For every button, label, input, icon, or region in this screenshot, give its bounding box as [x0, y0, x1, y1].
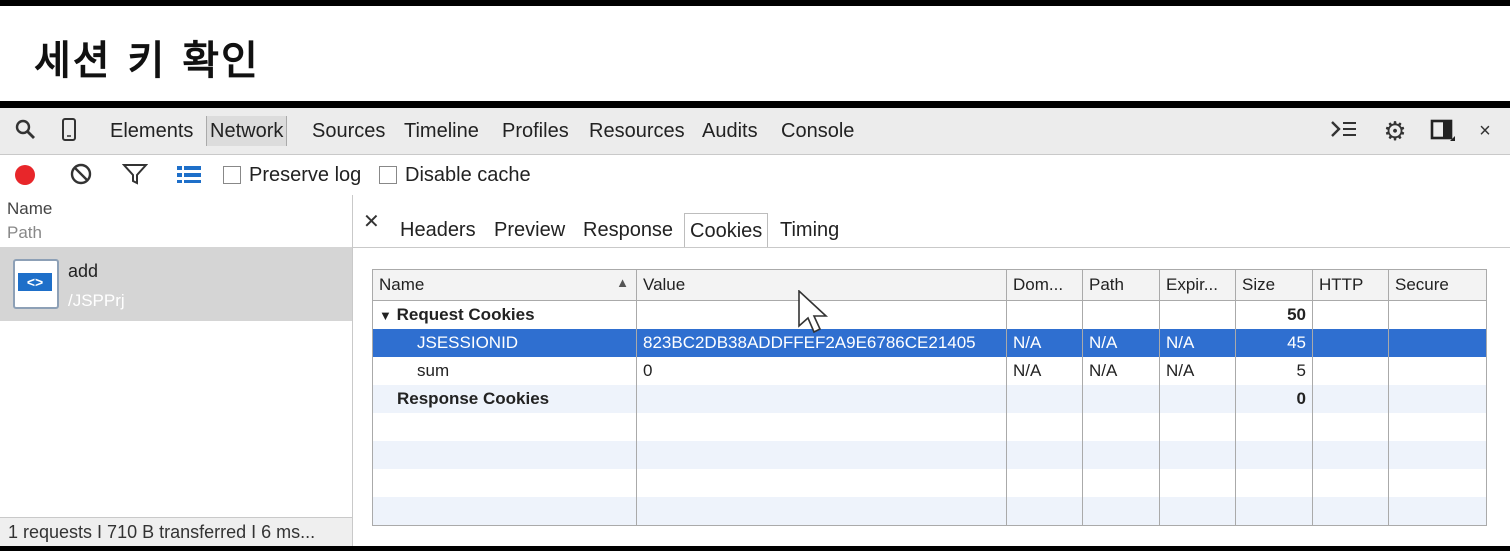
- column-domain[interactable]: Dom...: [1006, 269, 1083, 301]
- slide-title: 세션 키 확인: [34, 38, 260, 84]
- list-view-icon[interactable]: [175, 162, 203, 192]
- column-path[interactable]: Path: [1082, 269, 1160, 301]
- search-icon[interactable]: [12, 118, 38, 144]
- disable-cache-checkbox[interactable]: [379, 166, 397, 184]
- column-name[interactable]: Name ▲: [372, 269, 637, 301]
- request-name: add: [68, 261, 99, 281]
- cookie-row-sum[interactable]: sum 0 N/A N/A N/A 5: [372, 357, 1487, 385]
- tab-response[interactable]: Response: [578, 213, 678, 247]
- tab-cookies[interactable]: Cookies: [684, 213, 769, 248]
- network-toolbar: Preserve log Disable cache: [0, 155, 1510, 195]
- cookie-row-jsessionid[interactable]: JSESSIONID 823BC2DB38ADDFFEF2A9E6786CE21…: [372, 329, 1487, 357]
- cookies-table: Name ▲ Value Dom... Path Expir... Size HT…: [372, 269, 1487, 526]
- column-header-path[interactable]: Path: [7, 223, 42, 243]
- record-button[interactable]: [15, 165, 35, 185]
- empty-row: [372, 497, 1487, 526]
- tab-console[interactable]: Console: [778, 116, 857, 146]
- request-row[interactable]: <> add /JSPPrj: [0, 247, 352, 321]
- empty-row: [372, 469, 1487, 497]
- devtools-panel: Elements Network Sources Timeline Profil…: [0, 108, 1510, 546]
- empty-row: [372, 441, 1487, 469]
- column-http[interactable]: HTTP: [1312, 269, 1389, 301]
- document-icon: <>: [13, 259, 59, 309]
- gear-icon[interactable]: ⚙: [1382, 118, 1408, 144]
- request-cookies-group[interactable]: ▼ Request Cookies 50: [372, 300, 1487, 329]
- column-secure[interactable]: Secure: [1388, 269, 1487, 301]
- response-cookies-group[interactable]: Response Cookies 0: [372, 385, 1487, 413]
- tab-sources[interactable]: Sources: [309, 116, 388, 146]
- filter-icon[interactable]: [121, 162, 149, 192]
- tab-network[interactable]: Network: [206, 116, 288, 146]
- tab-preview[interactable]: Preview: [489, 213, 570, 247]
- tab-resources[interactable]: Resources: [586, 116, 688, 146]
- close-icon[interactable]: ×: [1472, 118, 1498, 144]
- tab-timing[interactable]: Timing: [775, 213, 844, 247]
- sort-asc-icon: ▲: [616, 275, 629, 290]
- preserve-log-checkbox[interactable]: [223, 166, 241, 184]
- column-size[interactable]: Size: [1235, 269, 1313, 301]
- request-path: /JSPPrj: [68, 291, 125, 310]
- preserve-log-label: Preserve log: [249, 164, 362, 186]
- clear-icon[interactable]: [69, 162, 93, 192]
- request-list: Name Path <> add /JSPPrj 1 requests I 71…: [0, 195, 353, 546]
- disable-cache-label: Disable cache: [405, 164, 531, 186]
- device-mode-icon[interactable]: [56, 118, 82, 144]
- dock-icon[interactable]: [1430, 118, 1456, 144]
- empty-row: [372, 413, 1487, 441]
- close-detail-icon[interactable]: ✕: [363, 209, 380, 234]
- tab-divider: [353, 247, 1510, 248]
- column-expires[interactable]: Expir...: [1159, 269, 1236, 301]
- tab-profiles[interactable]: Profiles: [499, 116, 572, 146]
- tab-elements[interactable]: Elements: [107, 116, 196, 146]
- slide-header: 세션 키 확인: [0, 6, 1510, 101]
- mouse-cursor-icon: [798, 290, 829, 334]
- column-header-name[interactable]: Name: [7, 199, 52, 219]
- devtools-tabbar: Elements Network Sources Timeline Profil…: [0, 108, 1510, 155]
- expand-triangle-icon[interactable]: ▼: [379, 308, 392, 323]
- status-bar: 1 requests I 710 B transferred I 6 ms...: [0, 517, 352, 546]
- tab-headers[interactable]: Headers: [395, 213, 481, 247]
- tab-timeline[interactable]: Timeline: [401, 116, 482, 146]
- tab-audits[interactable]: Audits: [699, 116, 761, 146]
- console-drawer-icon[interactable]: [1330, 118, 1356, 144]
- request-detail: ✕ Headers Preview Response Cookies Timin…: [353, 195, 1510, 546]
